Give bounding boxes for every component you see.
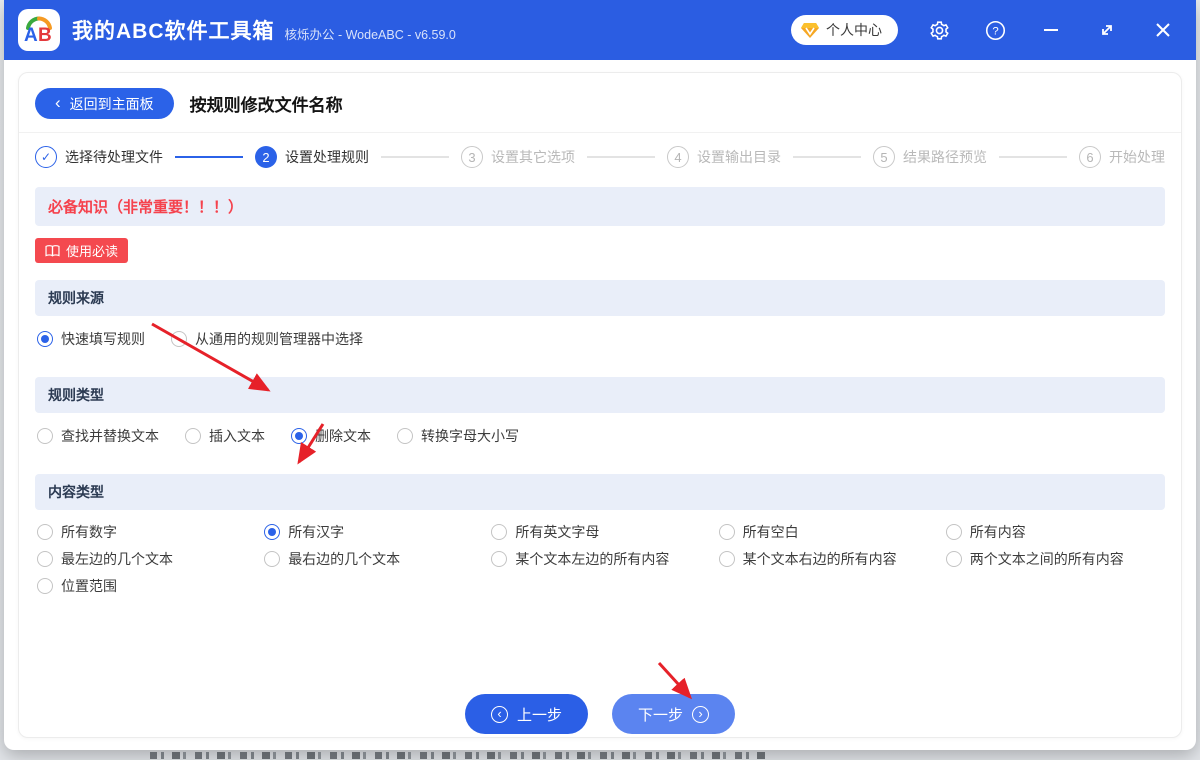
- step-6-start-processing[interactable]: 6 开始处理: [1079, 146, 1165, 168]
- rule-type-options: 查找并替换文本 插入文本 删除文本 转换字母大小写: [19, 413, 1181, 457]
- option-quick-fill-rule[interactable]: 快速填写规则: [37, 329, 145, 349]
- previous-step-label: 上一步: [517, 704, 562, 725]
- previous-step-button[interactable]: ‹ 上一步: [465, 694, 588, 734]
- close-icon: [1153, 20, 1173, 40]
- help-button[interactable]: ?: [980, 15, 1010, 45]
- radio-icon: [37, 551, 53, 567]
- rule-source-header: 规则来源: [35, 280, 1165, 316]
- radio-icon: [719, 551, 735, 567]
- radio-selected-icon: [291, 428, 307, 444]
- option-insert-text[interactable]: 插入文本: [185, 426, 265, 446]
- title-bar: A B 我的ABC软件工具箱 核烁办公 - WodeABC - v6.59.0 …: [4, 0, 1196, 60]
- user-center-button[interactable]: 个人中心: [791, 15, 898, 45]
- gear-icon: [929, 20, 950, 41]
- step-3-number: 3: [461, 146, 483, 168]
- option-find-replace-text[interactable]: 查找并替换文本: [37, 426, 159, 446]
- close-button[interactable]: [1148, 15, 1178, 45]
- svg-text:A: A: [24, 25, 38, 46]
- must-read-button[interactable]: 使用必读: [35, 238, 128, 263]
- minimize-button[interactable]: [1036, 15, 1066, 45]
- circle-chevron-left-icon: ‹: [491, 706, 508, 723]
- step-indicator: ✓ 选择待处理文件 2 设置处理规则 3 设置其它选项 4 设置输出目录 5 结…: [19, 133, 1181, 181]
- option-left-of-text[interactable]: 某个文本左边的所有内容: [491, 549, 708, 569]
- step-connector: [999, 156, 1067, 158]
- app-logo: A B: [18, 9, 60, 51]
- step-4-output-dir[interactable]: 4 设置输出目录: [667, 146, 781, 168]
- circle-chevron-right-icon: ›: [692, 706, 709, 723]
- radio-icon: [264, 551, 280, 567]
- rule-type-header: 规则类型: [35, 377, 1165, 413]
- step-5-number: 5: [873, 146, 895, 168]
- radio-selected-icon: [264, 524, 280, 540]
- option-all-english-letters[interactable]: 所有英文字母: [491, 522, 708, 542]
- back-to-dashboard-button[interactable]: ‹ 返回到主面板: [35, 88, 174, 119]
- next-step-label: 下一步: [638, 704, 683, 725]
- step-4-number: 4: [667, 146, 689, 168]
- minimize-icon: [1041, 20, 1061, 40]
- option-all-digits[interactable]: 所有数字: [37, 522, 254, 542]
- step-2-set-rules[interactable]: 2 设置处理规则: [255, 146, 369, 168]
- rule-source-options: 快速填写规则 从通用的规则管理器中选择: [19, 316, 1181, 360]
- step-connector: [793, 156, 861, 158]
- step-6-number: 6: [1079, 146, 1101, 168]
- open-book-icon: [45, 245, 60, 257]
- step-connector: [587, 156, 655, 158]
- maximize-button[interactable]: [1092, 15, 1122, 45]
- radio-icon: [719, 524, 735, 540]
- radio-icon: [37, 524, 53, 540]
- radio-icon: [491, 524, 507, 540]
- next-step-button[interactable]: 下一步 ›: [612, 694, 735, 734]
- step-connector: [175, 156, 243, 158]
- app-title: 我的ABC软件工具箱: [72, 15, 275, 45]
- vip-gem-icon: [801, 23, 819, 38]
- radio-icon: [37, 428, 53, 444]
- svg-text:?: ?: [992, 25, 998, 37]
- option-leftmost-texts[interactable]: 最左边的几个文本: [37, 549, 254, 569]
- radio-icon: [491, 551, 507, 567]
- option-rightmost-texts[interactable]: 最右边的几个文本: [264, 549, 481, 569]
- radio-icon: [397, 428, 413, 444]
- radio-icon: [946, 551, 962, 567]
- step-connector: [381, 156, 449, 158]
- panel-header: ‹ 返回到主面板 按规则修改文件名称: [19, 73, 1181, 133]
- background-clipped-text: [150, 752, 765, 759]
- app-window: A B 我的ABC软件工具箱 核烁办公 - WodeABC - v6.59.0 …: [4, 0, 1196, 750]
- option-delete-text[interactable]: 删除文本: [291, 426, 371, 446]
- step-2-number: 2: [255, 146, 277, 168]
- app-logo-icon: A B: [22, 13, 56, 47]
- option-position-range[interactable]: 位置范围: [37, 576, 254, 596]
- content-type-options: 所有数字 所有汉字 所有英文字母 所有空白 所有内容 最左边的几个文本: [19, 510, 1181, 602]
- help-icon: ?: [985, 20, 1006, 41]
- radio-icon: [946, 524, 962, 540]
- main-panel: ‹ 返回到主面板 按规则修改文件名称 ✓ 选择待处理文件 2 设置处理规则 3 …: [18, 72, 1182, 738]
- must-read-label: 使用必读: [66, 241, 118, 260]
- resize-diagonal-icon: [1097, 20, 1117, 40]
- option-between-texts[interactable]: 两个文本之间的所有内容: [946, 549, 1163, 569]
- svg-text:B: B: [38, 25, 52, 46]
- option-all-whitespace[interactable]: 所有空白: [719, 522, 936, 542]
- option-rule-manager[interactable]: 从通用的规则管理器中选择: [171, 329, 363, 349]
- app-subtitle: 核烁办公 - WodeABC - v6.59.0: [285, 24, 456, 43]
- radio-icon: [185, 428, 201, 444]
- radio-selected-icon: [37, 331, 53, 347]
- user-center-label: 个人中心: [826, 20, 882, 40]
- settings-button[interactable]: [924, 15, 954, 45]
- radio-icon: [171, 331, 187, 347]
- step-1-check-icon: ✓: [35, 146, 57, 168]
- option-all-content[interactable]: 所有内容: [946, 522, 1163, 542]
- step-5-path-preview[interactable]: 5 结果路径预览: [873, 146, 987, 168]
- content-type-header: 内容类型: [35, 474, 1165, 510]
- radio-icon: [37, 578, 53, 594]
- step-3-other-options[interactable]: 3 设置其它选项: [461, 146, 575, 168]
- option-all-chinese[interactable]: 所有汉字: [264, 522, 481, 542]
- wizard-footer: ‹ 上一步 下一步 ›: [19, 694, 1181, 737]
- option-convert-case[interactable]: 转换字母大小写: [397, 426, 519, 446]
- important-notice-banner: 必备知识（非常重要！！！）: [35, 187, 1165, 226]
- chevron-left-icon: ‹: [55, 94, 61, 111]
- back-button-label: 返回到主面板: [70, 94, 154, 114]
- option-right-of-text[interactable]: 某个文本右边的所有内容: [719, 549, 936, 569]
- page-title: 按规则修改文件名称: [190, 91, 343, 116]
- step-1-select-files[interactable]: ✓ 选择待处理文件: [35, 146, 163, 168]
